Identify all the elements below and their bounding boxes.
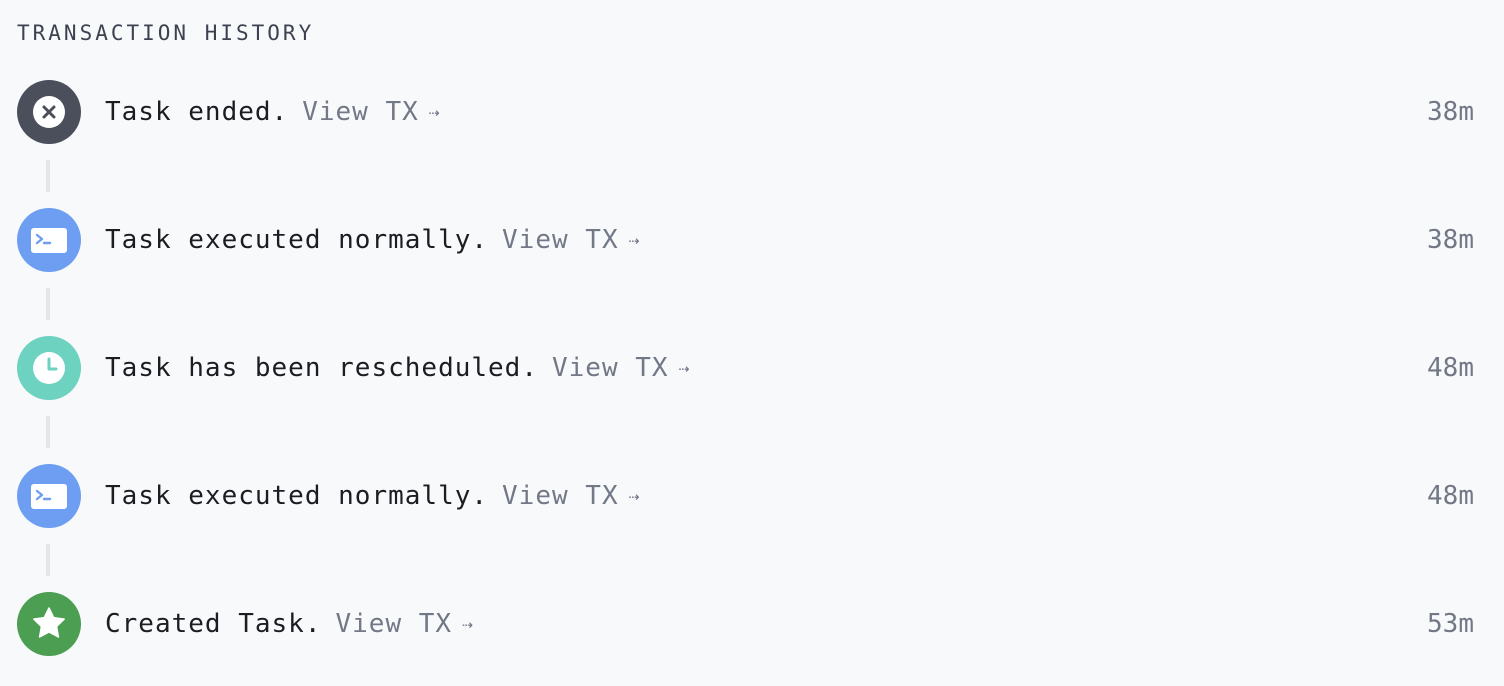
view-tx-link[interactable]: View TX ⇢ [336,609,474,639]
event-time: 53m [1427,609,1474,639]
timeline-event: Task executed normally. View TX ⇢ 48m [17,464,1474,528]
timeline-connector [46,288,50,320]
event-message: Task has been rescheduled. [105,353,538,383]
view-tx-link[interactable]: View TX ⇢ [502,481,640,511]
terminal-icon [17,464,81,528]
timeline-connector [46,544,50,576]
view-tx-link[interactable]: View TX ⇢ [302,97,440,127]
event-time: 48m [1427,353,1474,383]
terminal-icon [17,208,81,272]
event-message: Task executed normally. [105,481,489,511]
view-tx-link[interactable]: View TX ⇢ [502,225,640,255]
transaction-timeline: Task ended. View TX ⇢ 38m Task executed no… [0,0,1504,686]
timeline-connector [46,160,50,192]
arrow-right-icon: ⇢ [678,358,691,379]
view-tx-link[interactable]: View TX ⇢ [552,353,690,383]
timeline-connector [46,416,50,448]
event-time: 38m [1427,97,1474,127]
arrow-right-icon: ⇢ [628,230,641,251]
timeline-event: Task has been rescheduled. View TX ⇢ 48m [17,336,1474,400]
clock-icon [17,336,81,400]
event-message: Created Task. [105,609,322,639]
arrow-right-icon: ⇢ [462,614,474,635]
arrow-right-icon: ⇢ [628,486,641,507]
event-message: Task ended. [105,97,289,127]
close-icon [17,80,81,144]
arrow-right-icon: ⇢ [428,102,441,123]
event-time: 48m [1427,481,1474,511]
event-time: 38m [1427,225,1474,255]
event-message: Task executed normally. [105,225,489,255]
star-icon [17,592,81,656]
timeline-event: Created Task. View TX ⇢ 53m [17,592,1474,656]
timeline-event: Task ended. View TX ⇢ 38m [17,80,1474,144]
timeline-event: Task executed normally. View TX ⇢ 38m [17,208,1474,272]
